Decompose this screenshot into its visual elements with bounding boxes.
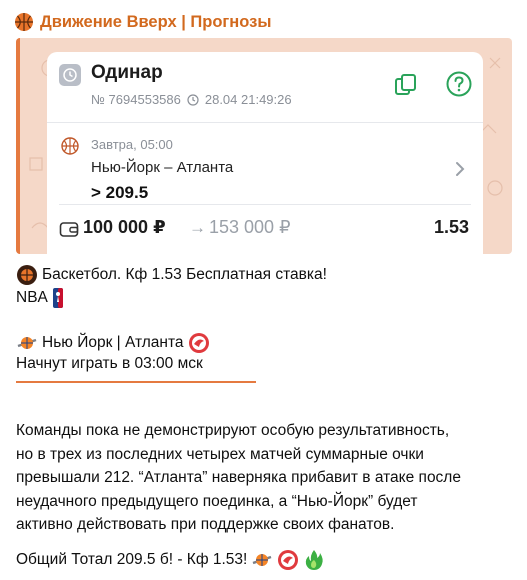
start-time-text: Начнут играть в 03:00 мск <box>16 355 203 372</box>
odds-value: 1.53 <box>433 217 469 237</box>
bet-id: № 7694553586 <box>91 92 181 107</box>
amount-row: 100 000 ₽ → 153 000 ₽ 1.53 <box>47 210 483 250</box>
analysis-line: но в трех из последних четырех матчей су… <box>16 445 424 463</box>
bet-preview-image[interactable]: Одинар № 7694553586 28.04 21:49:26 Завтр… <box>16 38 512 254</box>
message-line-sport: Баскетбол. Кф 1.53 Бесплатная ставка! <box>16 264 327 286</box>
event-teams: Нью-Йорк – Атланта <box>91 159 234 176</box>
knicks-logo-icon <box>252 554 272 566</box>
message-line-teams: Нью Йорк | Атланта <box>16 332 210 354</box>
knicks-logo-icon <box>17 337 37 349</box>
league-text: NBA <box>16 289 48 306</box>
orange-divider <box>16 381 256 383</box>
basketball-icon <box>15 13 33 31</box>
nba-logo-icon <box>52 288 63 308</box>
teams-text: Нью Йорк | Атланта <box>42 334 184 351</box>
stake-amount: 100 000 ₽ <box>83 217 166 237</box>
card-divider <box>59 204 471 205</box>
message-sport-text: Баскетбол. Кф 1.53 Бесплатная ставка! <box>42 266 327 283</box>
basketball-icon <box>61 137 79 155</box>
arrow-right-icon: → <box>189 218 206 237</box>
event-selection: > 209.5 <box>91 183 149 202</box>
hawks-logo-icon <box>188 333 209 353</box>
bet-type-title: Одинар <box>91 62 163 83</box>
bet-card: Одинар № 7694553586 28.04 21:49:26 Завтр… <box>47 52 483 254</box>
footer-text: Общий Тотал 209.5 б! - Кф 1.53! <box>16 551 248 568</box>
message-footer: Общий Тотал 209.5 б! - Кф 1.53! <box>16 549 325 571</box>
analysis-line: активно действовать при поддержке своих … <box>16 516 395 533</box>
green-flame-icon <box>306 550 324 570</box>
bet-id-row: № 7694553586 28.04 21:49:26 <box>91 92 292 107</box>
copy-icon[interactable] <box>393 72 419 98</box>
message-line-league: NBA <box>16 287 64 309</box>
wallet-icon <box>59 222 79 237</box>
channel-name: Движение Вверх | Прогнозы <box>40 12 272 31</box>
bet-datetime: 28.04 21:49:26 <box>204 92 292 107</box>
event-row[interactable]: Завтра, 05:00 Нью-Йорк – Атланта > 209.5 <box>47 123 483 203</box>
help-icon[interactable] <box>445 70 473 98</box>
bet-card-header: Одинар № 7694553586 28.04 21:49:26 <box>47 52 483 122</box>
clock-icon <box>59 64 81 86</box>
analysis-paragraph: Команды пока не демонстрируют особую рез… <box>16 419 516 537</box>
channel-header[interactable]: Движение Вверх | Прогнозы <box>14 10 271 34</box>
payout-amount: 153 000 ₽ <box>209 217 291 237</box>
channel-logo-emoji-icon <box>17 265 37 285</box>
chevron-right-icon[interactable] <box>453 159 467 179</box>
analysis-line: превышали 212. “Атланта” наверняка приба… <box>16 469 461 486</box>
small-clock-icon <box>187 93 199 106</box>
hawks-logo-icon <box>278 550 299 570</box>
event-time: Завтра, 05:00 <box>91 137 173 152</box>
analysis-line: Команды пока не демонстрируют особую рез… <box>16 422 450 439</box>
analysis-line: неудачного предыдущего поединка, а “Нью-… <box>16 492 418 510</box>
